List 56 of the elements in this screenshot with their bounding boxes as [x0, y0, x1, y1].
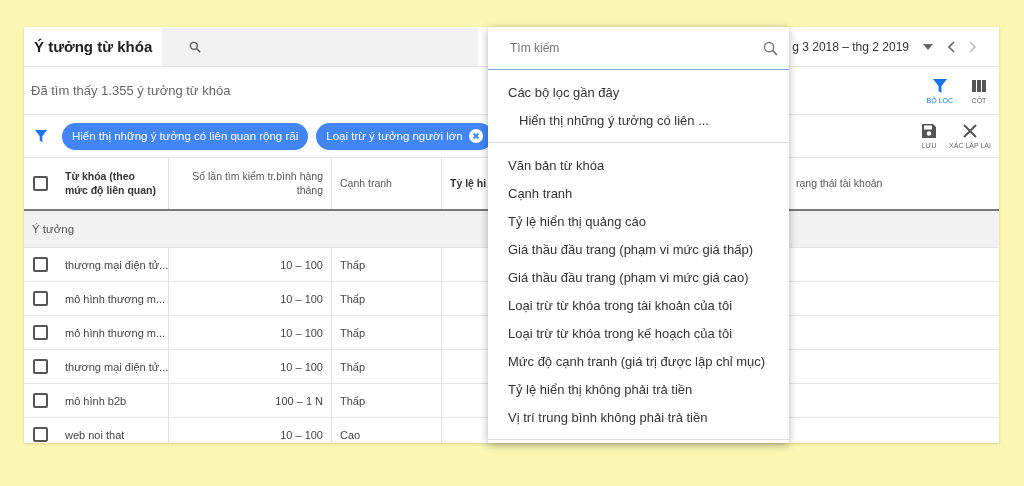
filter-icon[interactable]	[34, 129, 48, 143]
search-field[interactable]	[162, 27, 479, 66]
table-cell: 10 – 100	[168, 316, 331, 349]
column-header[interactable]: rạng thái tài khoản	[788, 158, 999, 209]
select-all-checkbox[interactable]	[33, 176, 48, 191]
date-range-dropdown[interactable]: g 3 2018 – thg 2 2019	[792, 39, 909, 54]
menu-item[interactable]: Mức độ cạnh tranh (giá trị được lập chỉ mục)	[488, 347, 789, 375]
close-icon[interactable]	[468, 129, 483, 143]
table-cell: 10 – 100	[168, 282, 331, 315]
filter-chip[interactable]: Hiển thị những ý tưởng có liên quan rộng rãi	[62, 122, 309, 150]
table-cell-text: web noi that	[64, 427, 126, 443]
row-checkbox[interactable]	[33, 257, 48, 272]
menu-item[interactable]: Vị trí trung bình không phải trả tiền	[488, 403, 789, 431]
page-title: Ý tưởng từ khóa	[33, 38, 154, 55]
table-cell: 10 – 100	[168, 350, 331, 383]
row-checkbox[interactable]	[33, 325, 48, 340]
filter-icon	[931, 77, 948, 94]
table-cell-text: thương mại điện tử...	[64, 359, 168, 375]
row-checkbox[interactable]	[33, 359, 48, 374]
search-icon	[188, 39, 203, 54]
table-cell: 10 – 100	[168, 418, 331, 443]
column-header[interactable]: Số lần tìm kiếm tr.bình hàng tháng	[168, 158, 331, 209]
group-label: Ý tưởng	[32, 223, 75, 235]
search-field[interactable]: Tìm kiếm	[508, 40, 762, 56]
table-cell-text: mô hình b2b	[64, 393, 128, 409]
table-cell: 10 – 100	[168, 248, 331, 281]
row-checkbox[interactable]	[33, 291, 48, 306]
columns-icon	[971, 77, 987, 94]
column-header[interactable]: Từ khóa (theo mức độ liên quan)	[57, 158, 168, 209]
table-cell: Thấp	[331, 248, 441, 281]
row-checkbox[interactable]	[33, 393, 48, 408]
menu-item[interactable]: Giá thầu đầu trang (phạm vi mức giá cao)	[488, 263, 789, 291]
menu-heading: Các bộ lọc gần đây	[507, 83, 621, 102]
menu-item[interactable]: Loại trừ từ khóa trong tài khoản của tôi	[488, 291, 789, 319]
row-checkbox[interactable]	[33, 427, 48, 442]
column-header[interactable]: Cạnh tranh	[331, 158, 441, 209]
table-cell: Cao	[331, 418, 441, 443]
table-cell: Thấp	[331, 350, 441, 383]
table-cell: Thấp	[331, 316, 441, 349]
menu-item[interactable]: Cạnh tranh	[488, 179, 789, 207]
search-icon	[762, 39, 779, 57]
table-cell-text: mô hình thương m...	[64, 291, 167, 307]
caret-icon[interactable]	[923, 43, 933, 50]
close-icon	[962, 123, 979, 139]
chevron-left-icon[interactable]	[947, 40, 955, 53]
menu-item[interactable]: Loại trừ từ khóa trong kế hoạch của tôi	[488, 319, 789, 347]
table-cell: 100 – 1 N	[168, 384, 331, 417]
menu-item[interactable]: Văn bản từ khóa	[488, 151, 789, 179]
menu-item[interactable]: Giá thầu đầu trang (phạm vi mức giá thấp)	[488, 235, 789, 263]
table-cell-text: mô hình thương m...	[64, 325, 167, 341]
menu-item[interactable]: Tỷ lệ hiển thị không phải trả tiền	[488, 375, 789, 403]
table-cell: Thấp	[331, 384, 441, 417]
menu-item[interactable]: Tỷ lệ hiển thị quảng cáo	[488, 207, 789, 235]
table-cell-text: thương mại điện tử...	[64, 257, 168, 273]
table-cell: Thấp	[331, 282, 441, 315]
result-count: Đã tìm thấy 1.355 ý tưởng từ khóa	[30, 83, 231, 98]
